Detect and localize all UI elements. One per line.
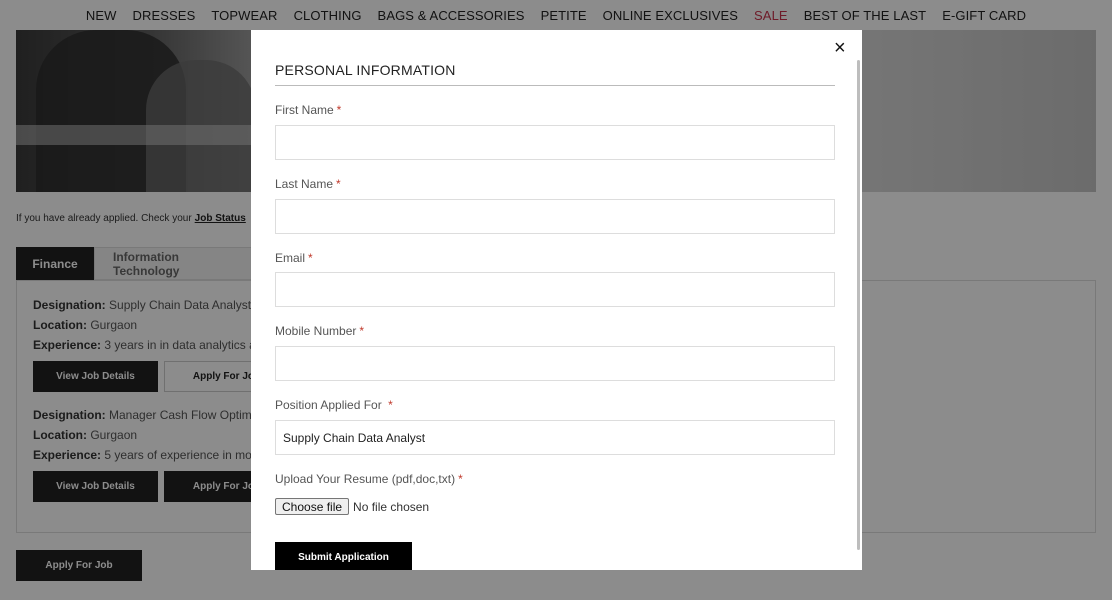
last-name-label-text: Last Name — [275, 177, 334, 191]
required-asterisk: * — [336, 103, 342, 117]
mobile-number-label-text: Mobile Number — [275, 324, 357, 338]
mobile-number-input[interactable] — [275, 346, 835, 381]
required-asterisk: * — [308, 251, 313, 265]
application-modal: × PERSONAL INFORMATION First Name * Last … — [251, 30, 862, 570]
email-label: Email * — [275, 251, 313, 265]
required-asterisk: * — [458, 472, 463, 486]
position-input[interactable] — [275, 420, 835, 455]
resume-label: Upload Your Resume (pdf,doc,txt) * — [275, 472, 463, 486]
position-label-text: Position Applied For — [275, 398, 382, 412]
first-name-label: First Name * — [275, 103, 341, 117]
position-label: Position Applied For * — [275, 398, 393, 412]
last-name-input[interactable] — [275, 199, 835, 234]
required-asterisk: * — [359, 324, 365, 338]
modal-heading: PERSONAL INFORMATION — [275, 62, 456, 78]
last-name-label: Last Name * — [275, 177, 341, 191]
email-input[interactable] — [275, 272, 835, 307]
close-icon[interactable]: × — [834, 38, 846, 58]
modal-scrollbar[interactable] — [857, 60, 860, 550]
submit-application-button[interactable]: Submit Application — [275, 542, 412, 570]
heading-divider — [275, 85, 835, 86]
resume-file-input: Choose file No file chosen — [275, 498, 429, 515]
required-asterisk: * — [336, 177, 341, 191]
resume-label-text: Upload Your Resume (pdf,doc,txt) — [275, 472, 456, 486]
mobile-number-label: Mobile Number * — [275, 324, 364, 338]
file-status-text: No file chosen — [353, 499, 430, 514]
first-name-label-text: First Name — [275, 103, 334, 117]
required-asterisk: * — [388, 398, 393, 412]
email-label-text: Email — [275, 251, 306, 265]
choose-file-button[interactable]: Choose file — [275, 498, 350, 515]
first-name-input[interactable] — [275, 125, 835, 160]
